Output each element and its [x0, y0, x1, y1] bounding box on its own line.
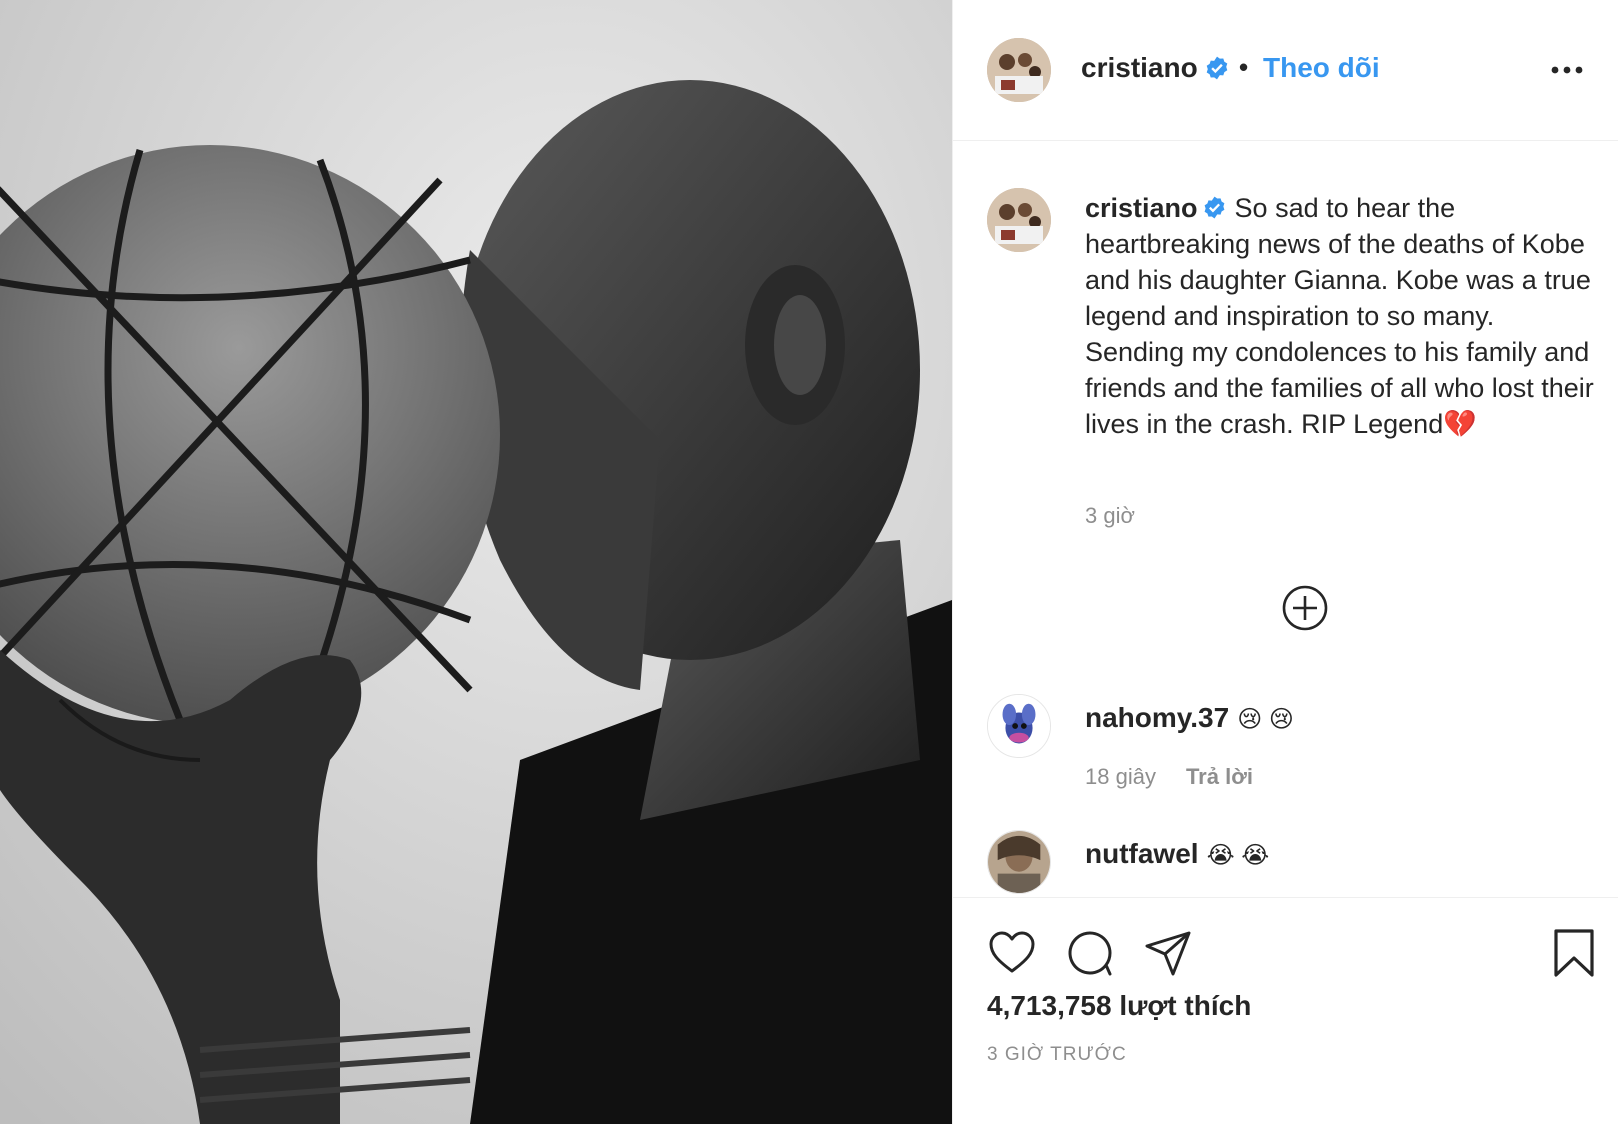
avatar[interactable]	[987, 694, 1051, 758]
verified-icon	[1204, 196, 1224, 219]
separator-dot: •	[1239, 52, 1249, 82]
post-header: cristiano • Theo dõi	[953, 0, 1618, 141]
comments-list[interactable]: nahomy.37 😢 😢 18 giây Trả lời nutfawel 😭 😭	[953, 680, 1618, 897]
share-icon	[1145, 931, 1191, 976]
caption-timestamp[interactable]: 3 giờ	[1085, 503, 1135, 529]
share-button[interactable]	[1143, 928, 1193, 978]
caption-text: So sad to hear the heartbreaking news of…	[1085, 193, 1594, 439]
comment-text: 😢 😢	[1237, 706, 1294, 733]
comment-timestamp[interactable]: 18 giây	[1085, 764, 1156, 789]
avatar[interactable]	[987, 188, 1051, 252]
post-caption: cristiano So sad to hear the heartbreakin…	[1085, 190, 1595, 442]
post-author-username[interactable]: cristiano	[1081, 52, 1230, 84]
avatar[interactable]	[987, 38, 1051, 102]
likes-count[interactable]: 4,713,758 lượt thích	[987, 990, 1251, 1022]
load-more-icon[interactable]	[1281, 584, 1329, 632]
post-photo[interactable]	[0, 0, 952, 1124]
comment-author: nahomy.37 😢 😢	[1085, 702, 1294, 733]
verified-icon	[1206, 56, 1227, 80]
comment-icon	[1068, 931, 1112, 976]
comment-text: 😭 😭	[1206, 842, 1270, 869]
follow-button[interactable]: Theo dõi	[1263, 52, 1380, 84]
like-button[interactable]	[987, 928, 1037, 978]
post-timestamp[interactable]: 3 GIỜ TRƯỚC	[987, 1044, 1127, 1066]
reply-button[interactable]: Trả lời	[1186, 764, 1253, 789]
save-button[interactable]	[1549, 928, 1599, 978]
avatar[interactable]	[987, 830, 1051, 894]
caption-username[interactable]: cristiano	[1085, 193, 1198, 223]
post-actions: 4,713,758 lượt thích 3 GIỜ TRƯỚC	[953, 897, 1618, 1124]
post-side-panel: cristiano • Theo dõi cristiano So sad to …	[952, 0, 1618, 1124]
comment-button[interactable]	[1065, 928, 1115, 978]
comment-meta: 18 giây Trả lời	[1085, 764, 1253, 790]
more-icon[interactable]	[1547, 54, 1587, 86]
comment-author: nutfawel 😭 😭	[1085, 838, 1270, 869]
bookmark-icon	[1554, 929, 1594, 977]
heart-icon	[989, 931, 1035, 973]
